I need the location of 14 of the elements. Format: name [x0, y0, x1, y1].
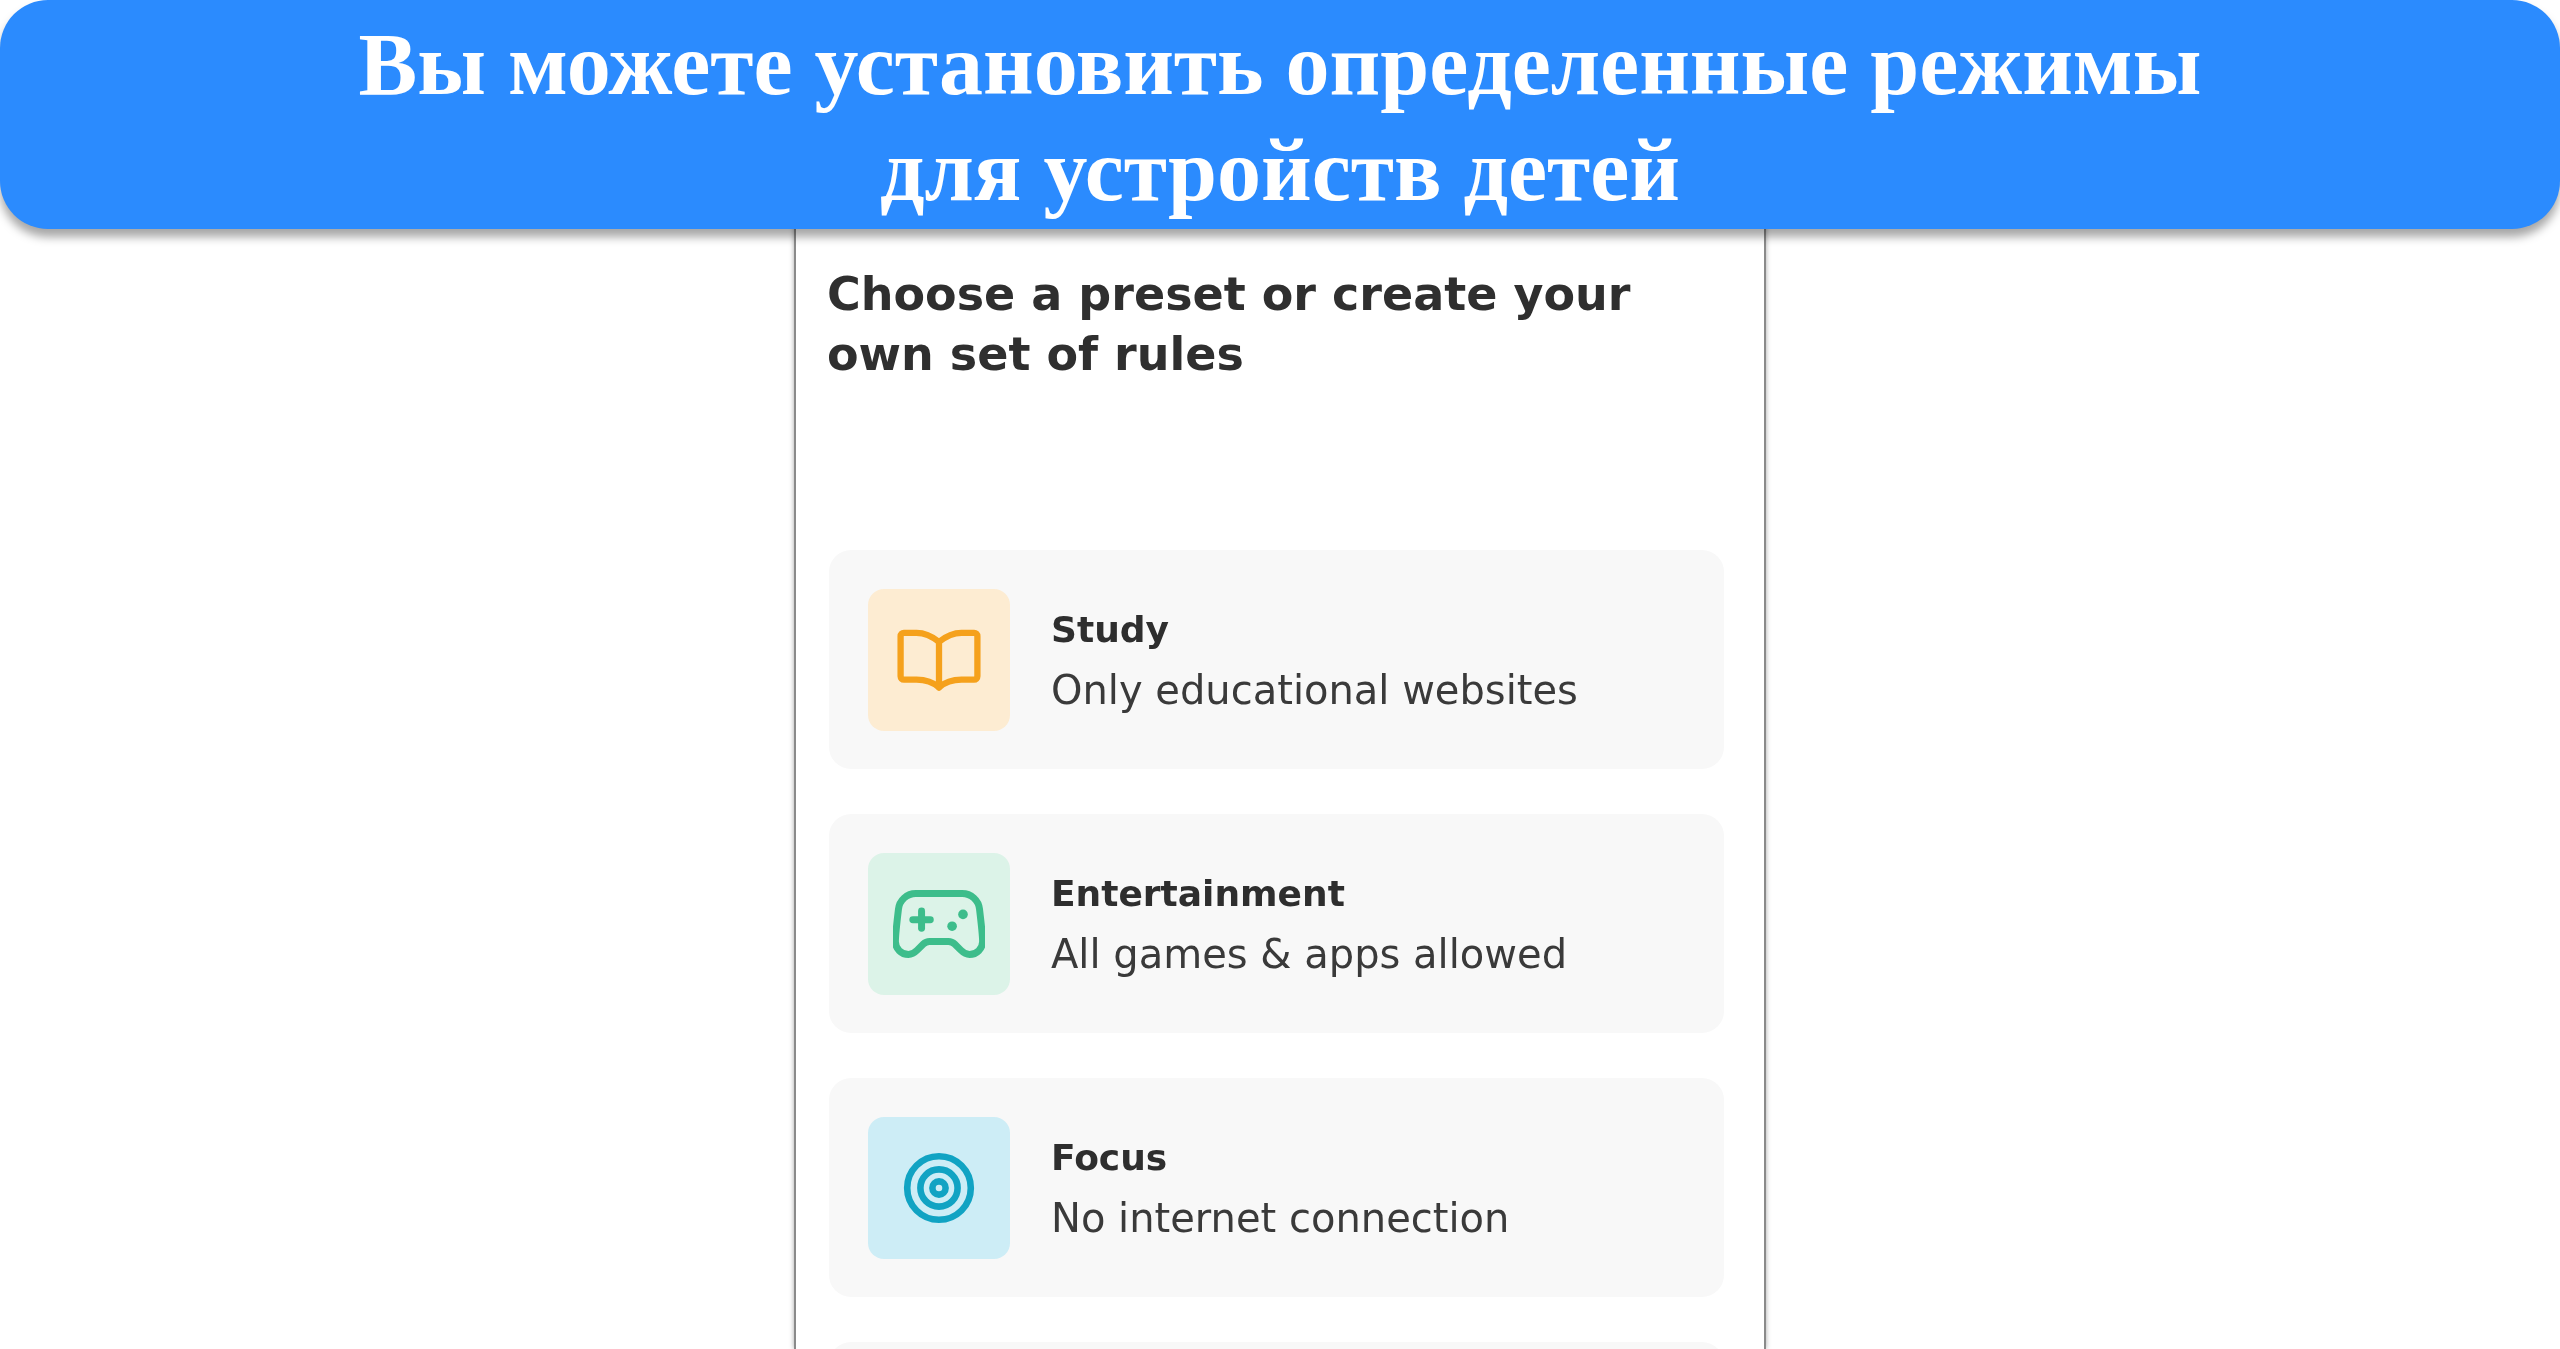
screen-heading: Choose a preset or create your own set of rules	[827, 266, 1632, 383]
preset-description: Only educational websites	[1051, 665, 1578, 715]
preset-card[interactable]: Entertainment All games & apps allowed	[829, 814, 1724, 1033]
preset-description: All games & apps allowed	[1051, 929, 1567, 979]
preset-description: No internet connection	[1051, 1193, 1510, 1243]
preset-card[interactable]: Focus No internet connection	[829, 1078, 1724, 1297]
preset-card[interactable]: Study Only educational websites	[829, 550, 1724, 769]
preset-title: Study	[1051, 607, 1170, 652]
book-icon	[868, 588, 1010, 731]
target-icon	[868, 1116, 1010, 1259]
preset-title: Entertainment	[1051, 871, 1346, 916]
preset-title: Focus	[1051, 1135, 1169, 1180]
banner-title: Вы можете установить определенные режимы для устройств детей	[357, 15, 2203, 221]
gamepad-icon	[868, 852, 1010, 995]
